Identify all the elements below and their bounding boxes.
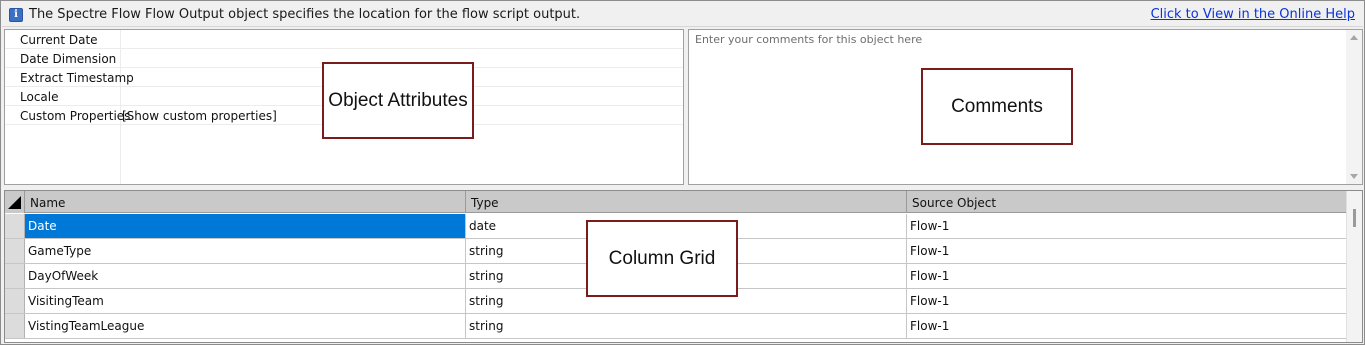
cell-source-object[interactable]: Flow-1: [907, 264, 1347, 288]
corner-triangle-icon: [8, 196, 21, 209]
row-header[interactable]: [5, 239, 25, 263]
row-header[interactable]: [5, 214, 25, 238]
cell-name[interactable]: VistingTeamLeague: [25, 314, 466, 338]
cell-type[interactable]: string: [466, 314, 907, 338]
cell-name[interactable]: GameType: [25, 239, 466, 263]
attribute-row-current-date[interactable]: Current Date: [5, 30, 683, 49]
info-message: The Spectre Flow Flow Output object spec…: [29, 7, 581, 22]
cell-source-object[interactable]: Flow-1: [907, 239, 1347, 263]
scroll-down-icon[interactable]: [1350, 174, 1358, 179]
attribute-key: Locale: [20, 90, 59, 104]
attribute-key: Custom Properties: [20, 109, 131, 123]
grid-scroll-thumb[interactable]: [1353, 209, 1356, 227]
column-header-name[interactable]: Name: [25, 191, 466, 213]
row-header[interactable]: [5, 314, 25, 338]
column-grid-callout: Column Grid: [586, 220, 738, 297]
attribute-key: Extract Timestamp: [20, 71, 134, 85]
row-header[interactable]: [5, 264, 25, 288]
cell-source-object[interactable]: Flow-1: [907, 214, 1347, 238]
comments-scrollbar[interactable]: [1346, 30, 1362, 184]
row-header[interactable]: [5, 289, 25, 313]
show-custom-properties-link[interactable]: [Show custom properties]: [122, 109, 277, 123]
online-help-link[interactable]: Click to View in the Online Help: [1151, 7, 1355, 22]
attribute-key: Date Dimension: [20, 52, 117, 66]
cell-name[interactable]: Date: [25, 214, 466, 238]
object-attributes-callout: Object Attributes: [322, 62, 474, 139]
comments-placeholder: Enter your comments for this object here: [695, 33, 923, 46]
column-header-source-object[interactable]: Source Object: [907, 191, 1347, 213]
scroll-up-icon[interactable]: [1350, 35, 1358, 40]
info-icon: i: [9, 8, 23, 22]
comments-callout: Comments: [921, 68, 1073, 145]
grid-scrollbar[interactable]: [1346, 191, 1362, 342]
table-row[interactable]: VistingTeamLeague string Flow-1: [5, 314, 1347, 339]
cell-source-object[interactable]: Flow-1: [907, 314, 1347, 338]
info-bar: i The Spectre Flow Flow Output object sp…: [2, 2, 1363, 27]
grid-header: Name Type Source Object: [5, 191, 1347, 213]
flow-output-editor: i The Spectre Flow Flow Output object sp…: [0, 0, 1365, 345]
cell-name[interactable]: VisitingTeam: [25, 289, 466, 313]
attribute-key: Current Date: [20, 33, 98, 47]
select-all-corner[interactable]: [5, 191, 25, 213]
column-header-type[interactable]: Type: [466, 191, 907, 213]
cell-name[interactable]: DayOfWeek: [25, 264, 466, 288]
cell-source-object[interactable]: Flow-1: [907, 289, 1347, 313]
